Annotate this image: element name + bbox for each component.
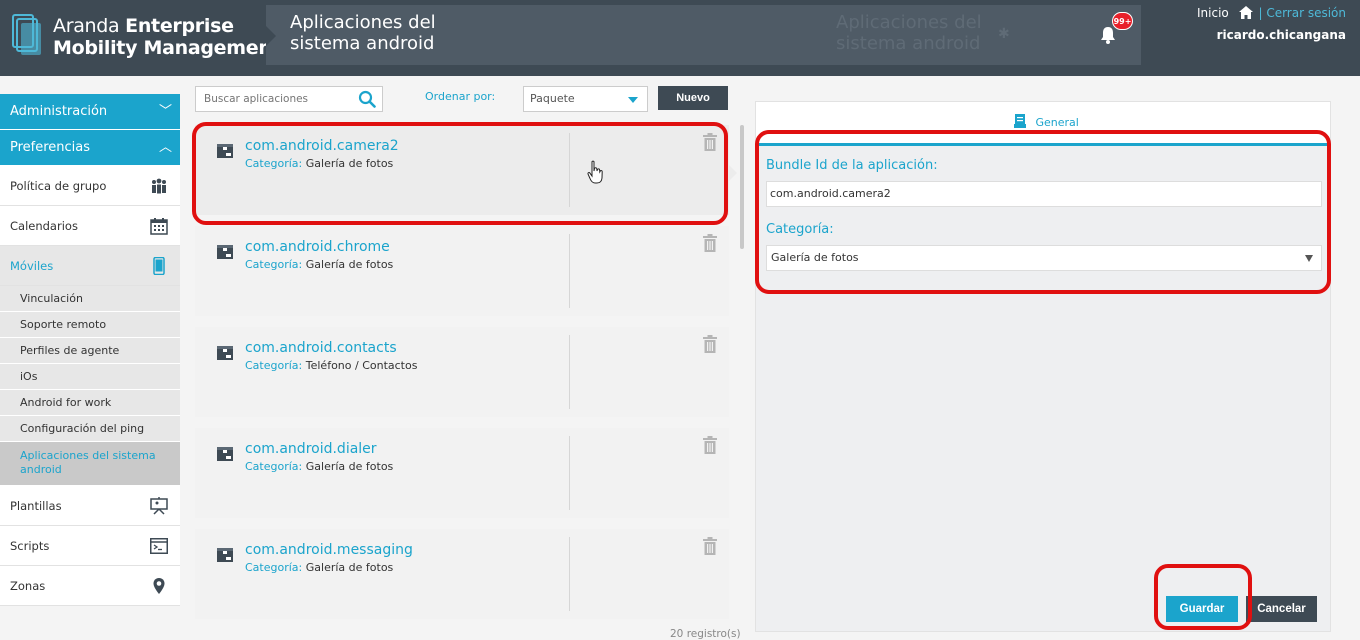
annotation-outline-selected-app [192, 122, 728, 225]
sidebar-item-scripts[interactable]: Scripts [0, 526, 180, 566]
username: ricardo.chicangana [1216, 28, 1346, 42]
sidebar-item-zonas[interactable]: Zonas [0, 566, 180, 606]
package-icon [217, 447, 233, 461]
tab-general-label: General [1035, 116, 1079, 129]
brand-bold: Enterprise [125, 15, 234, 37]
annotation-outline-save [1154, 564, 1252, 630]
package-icon [217, 245, 233, 259]
sidebar-subitem-perfiles-de-agente[interactable]: Perfiles de agente [0, 338, 180, 364]
separator: | [1258, 6, 1263, 20]
sidebar-item-label: Zonas [10, 579, 46, 593]
sort-value: Paquete [530, 92, 575, 105]
brand-name: Aranda Enterprise Mobility Management [53, 15, 281, 59]
cancel-button[interactable]: Cancelar [1246, 596, 1317, 622]
top-links: Inicio | Cerrar sesión [1197, 6, 1346, 20]
sidebar-subitem-soporte-remoto[interactable]: Soporte remoto [0, 312, 180, 338]
package-icon [217, 346, 233, 360]
sidebar-section-preferencias[interactable]: Preferencias ︿ [0, 130, 180, 166]
app-category-label: Categoría: [245, 359, 303, 372]
logout-link[interactable]: Cerrar sesión [1266, 6, 1346, 20]
home-icon[interactable] [1238, 6, 1253, 19]
app-category: Categoría: Teléfono / Contactos [245, 359, 417, 372]
sidebar: Administración ﹀ Preferencias ︿ Política… [0, 94, 180, 606]
annotation-outline-form [755, 130, 1331, 294]
divider [569, 537, 570, 611]
new-button[interactable]: Nuevo [658, 86, 728, 110]
bell-icon[interactable] [1099, 25, 1117, 45]
app-name: com.android.dialer [245, 441, 377, 457]
record-count: 20 registro(s) [670, 628, 741, 640]
sidebar-item-plantillas[interactable]: Plantillas [0, 486, 180, 526]
search-input[interactable] [196, 87, 346, 111]
group-policy-icon [152, 178, 166, 194]
chevron-up-icon: ︿ [158, 140, 172, 155]
app-category-label: Categoría: [245, 561, 303, 574]
sidebar-item-moviles[interactable]: Móviles [0, 246, 180, 286]
ghost-title: Aplicaciones del sistema android [836, 12, 982, 54]
trash-icon[interactable] [702, 436, 718, 454]
list-scrollbar[interactable] [740, 125, 744, 249]
sidebar-section-label: Preferencias [10, 140, 91, 155]
app-category-value: Galería de fotos [305, 460, 394, 473]
trash-icon[interactable] [702, 234, 718, 252]
divider [569, 436, 570, 510]
app-list-item[interactable]: com.android.chrome Categoría: Galería de… [195, 226, 729, 316]
app-category: Categoría: Galería de fotos [245, 460, 393, 473]
search-icon[interactable] [358, 90, 376, 108]
sidebar-section-administracion[interactable]: Administración ﹀ [0, 94, 180, 130]
title-arrow [266, 26, 276, 46]
map-pin-icon [153, 578, 165, 594]
package-icon [217, 548, 233, 562]
sidebar-subitem-aplicaciones-del-sistema-android[interactable]: Aplicaciones del sistema android [0, 442, 180, 486]
sidebar-item-calendarios[interactable]: Calendarios [0, 206, 180, 246]
sidebar-subitem-ios[interactable]: iOs [0, 364, 180, 390]
brand-light: Aranda [53, 15, 120, 37]
presentation-icon [150, 497, 168, 515]
sidebar-item-label: Móviles [10, 259, 54, 273]
app-category-value: Galería de fotos [305, 258, 394, 271]
tab-general[interactable]: General [1014, 114, 1079, 129]
divider [569, 234, 570, 308]
trash-icon[interactable] [702, 537, 718, 555]
brand-logo-icon [12, 14, 41, 55]
page-title: Aplicaciones del sistema android [290, 12, 436, 54]
app-list-item[interactable]: com.android.messaging Categoría: Galería… [195, 529, 729, 619]
sort-select[interactable]: Paquete [523, 86, 648, 112]
mobile-icon [153, 257, 165, 275]
app-category-value: Galería de fotos [305, 561, 394, 574]
sidebar-subitem-vinculacion[interactable]: Vinculación [0, 286, 180, 312]
app-category-value: Teléfono / Contactos [305, 359, 418, 372]
gear-icon[interactable]: ✱ [998, 26, 1010, 42]
notification-badge: 99+ [1112, 12, 1133, 30]
trash-icon[interactable] [702, 335, 718, 353]
document-icon [1014, 114, 1026, 128]
sidebar-subitem-configuracion-del-ping[interactable]: Configuración del ping [0, 416, 180, 442]
app-name: com.android.messaging [245, 542, 413, 558]
sort-label: Ordenar por: [425, 90, 496, 103]
sidebar-item-label: Plantillas [10, 499, 62, 513]
app-list-item[interactable]: com.android.dialer Categoría: Galería de… [195, 428, 729, 518]
sidebar-subitem-android-for-work[interactable]: Android for work [0, 390, 180, 416]
app-category: Categoría: Galería de fotos [245, 561, 393, 574]
sidebar-section-label: Administración [10, 104, 108, 119]
app-name: com.android.chrome [245, 239, 390, 255]
app-category-label: Categoría: [245, 258, 303, 271]
caret-down-icon [628, 97, 638, 103]
app-name: com.android.contacts [245, 340, 397, 356]
terminal-icon [150, 538, 168, 554]
home-link[interactable]: Inicio [1197, 6, 1229, 20]
app-category-label: Categoría: [245, 460, 303, 473]
brand-line2: Mobility Management [53, 37, 281, 59]
divider [569, 335, 570, 409]
app-category: Categoría: Galería de fotos [245, 258, 393, 271]
sidebar-item-label: Scripts [10, 539, 50, 553]
sidebar-item-politica-de-grupo[interactable]: Política de grupo [0, 166, 180, 206]
sidebar-item-label: Política de grupo [10, 179, 107, 193]
calendar-icon [150, 218, 168, 235]
app-list-item[interactable]: com.android.contacts Categoría: Teléfono… [195, 327, 729, 417]
chevron-down-icon: ﹀ [158, 104, 172, 119]
selected-arrow [729, 165, 737, 181]
sidebar-item-label: Calendarios [10, 219, 78, 233]
search-box [195, 86, 383, 112]
